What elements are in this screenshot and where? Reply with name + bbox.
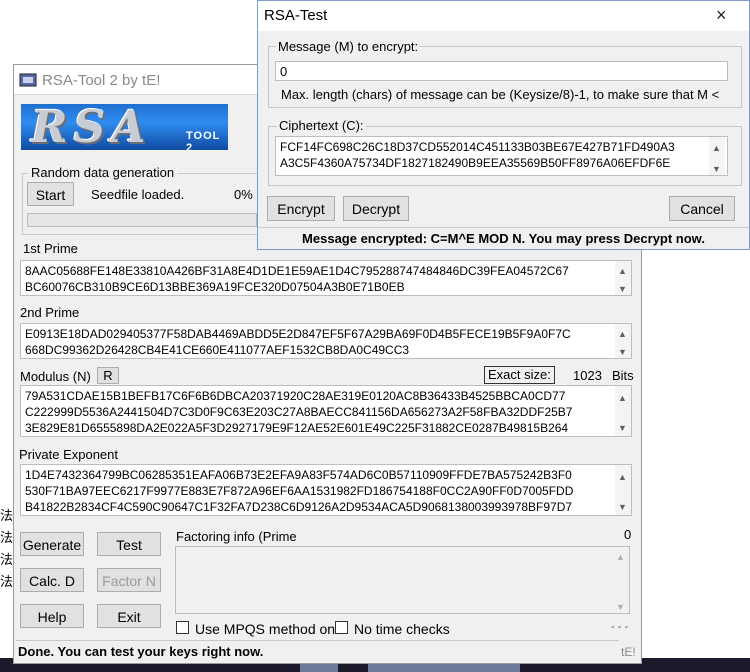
- dialog-divider: [258, 227, 749, 228]
- scroll-down-icon[interactable]: ▼: [712, 161, 721, 175]
- factoring-count: 0: [624, 527, 632, 542]
- modulus-r-button[interactable]: R: [97, 367, 119, 384]
- scroll-up-icon[interactable]: ▲: [618, 326, 627, 342]
- seedfile-status: Seedfile loaded.: [91, 187, 185, 202]
- scroll-down-icon[interactable]: ▼: [618, 420, 627, 436]
- exact-size-label: Exact size:: [484, 366, 555, 384]
- scroll-up-icon[interactable]: ▲: [712, 140, 721, 156]
- random-data-label: Random data generation: [28, 165, 178, 180]
- prime2-field[interactable]: E0913E18DAD029405377F58DAB4469ABDD5E2D84…: [20, 323, 632, 359]
- main-status-bar: Done. You can test your keys right now.: [16, 640, 619, 662]
- prime1-line: BC60076CB310B9CE6D13BBE369A19FCE320D0750…: [25, 280, 405, 294]
- prime1-field[interactable]: 8AAC05688FE148E33810A426BF31A8E4D1DE1E59…: [20, 260, 632, 296]
- help-button[interactable]: Help: [20, 604, 84, 628]
- main-window-title: RSA-Tool 2 by tE!: [42, 72, 161, 89]
- background-text-strip: 法 法 法 法: [0, 505, 14, 593]
- modulus-line: 79A531CDAE15B1BEFB17C6F6B6DBCA20371920C2…: [25, 389, 566, 403]
- background-char: 法: [0, 552, 14, 567]
- dialog-status-text: Message encrypted: C=M^E MOD N. You may …: [302, 231, 705, 246]
- encrypt-button[interactable]: Encrypt: [267, 196, 335, 221]
- cancel-button[interactable]: Cancel: [669, 196, 735, 221]
- dialog-title-bar[interactable]: RSA-Test ×: [258, 1, 749, 31]
- modulus-label: Modulus (N): [20, 369, 91, 384]
- logo-subtext: TOOL 2: [186, 130, 221, 154]
- ciphertext-label: Ciphertext (C):: [277, 118, 366, 133]
- scroll-down-icon[interactable]: ▼: [618, 281, 627, 295]
- private-exponent-line: B41822B2834CF4C590C90647C1F32FA7D238C6D9…: [25, 500, 573, 514]
- main-status-text: Done. You can test your keys right now.: [18, 644, 264, 659]
- prime2-line: 668DC99362D26428CB4E41CE660E411077AEF153…: [25, 343, 410, 357]
- random-progress-bar: [27, 213, 257, 227]
- modulus-scrollbar[interactable]: ▲ ▼: [615, 386, 631, 436]
- factoring-info-field[interactable]: ▲ ▼: [175, 546, 630, 614]
- dialog-title: RSA-Test: [264, 7, 328, 24]
- ciphertext-field[interactable]: FCF14FC698C26C18D37CD552014C451133B03BE6…: [275, 136, 728, 176]
- factoring-info-label: Factoring info (Prime: [176, 529, 297, 544]
- random-percent: 0%: [234, 187, 253, 202]
- rsa-test-dialog: RSA-Test × Message (M) to encrypt: 0 Max…: [257, 0, 750, 250]
- exact-size-value: 1023: [573, 368, 602, 383]
- background-char: 法: [0, 574, 14, 589]
- modulus-line: C222999D5536A2441504D7C3D0F9C63E203C27A8…: [25, 405, 573, 419]
- prime2-label: 2nd Prime: [20, 305, 80, 320]
- modulus-field[interactable]: 79A531CDAE15B1BEFB17C6F6B6DBCA20371920C2…: [20, 385, 632, 437]
- prime2-line: E0913E18DAD029405377F58DAB4469ABDD5E2D84…: [25, 327, 571, 341]
- use-mpqs-label: Use MPQS method onl: [195, 621, 339, 637]
- test-button[interactable]: Test: [97, 532, 161, 556]
- bits-label: Bits: [612, 368, 634, 383]
- scroll-down-icon[interactable]: ▼: [618, 499, 627, 515]
- prime1-line: 8AAC05688FE148E33810A426BF31A8E4D1DE1E59…: [25, 264, 569, 278]
- scroll-up-icon[interactable]: ▲: [618, 390, 627, 406]
- close-icon[interactable]: ×: [716, 5, 727, 26]
- start-button[interactable]: Start: [27, 182, 74, 206]
- private-exponent-line: 1D4E7432364799BC06285351EAFA06B73E2EFA9A…: [25, 468, 572, 482]
- decrypt-button[interactable]: Decrypt: [343, 196, 409, 221]
- rsa-logo: RSA TOOL 2: [21, 102, 228, 154]
- no-time-checks-label: No time checks: [354, 621, 450, 637]
- prime1-label: 1st Prime: [23, 241, 78, 256]
- generate-button[interactable]: Generate: [20, 532, 84, 556]
- scroll-down-icon[interactable]: ▼: [616, 599, 625, 613]
- factoring-dashes: - - -: [611, 621, 629, 633]
- message-input[interactable]: 0: [275, 61, 728, 81]
- max-length-note: Max. length (chars) of message can be (K…: [281, 87, 720, 102]
- private-exponent-field[interactable]: 1D4E7432364799BC06285351EAFA06B73E2EFA9A…: [20, 464, 632, 516]
- scroll-up-icon[interactable]: ▲: [618, 469, 627, 485]
- app-icon: [19, 73, 37, 87]
- ciphertext-scrollbar[interactable]: ▲ ▼: [709, 137, 725, 175]
- scroll-up-icon[interactable]: ▲: [616, 549, 625, 565]
- private-exponent-scrollbar[interactable]: ▲ ▼: [615, 465, 631, 515]
- factoring-scrollbar[interactable]: ▲ ▼: [613, 547, 629, 613]
- use-mpqs-checkbox[interactable]: [176, 621, 189, 634]
- prime1-scrollbar[interactable]: ▲ ▼: [615, 261, 631, 295]
- modulus-line: 3E829E81D6555898DA2E022A5F3D2927179E9F12…: [25, 421, 569, 435]
- scroll-up-icon[interactable]: ▲: [618, 263, 627, 279]
- logo-text: RSA: [31, 102, 152, 153]
- signature-text: tE!: [621, 645, 636, 659]
- private-exponent-line: 530F71BA97EEC6217F9977E883E7F872A96EF6AA…: [25, 484, 574, 498]
- scroll-down-icon[interactable]: ▼: [618, 344, 627, 358]
- calc-d-button[interactable]: Calc. D: [20, 568, 84, 592]
- ciphertext-line: FCF14FC698C26C18D37CD552014C451133B03BE6…: [280, 140, 675, 154]
- private-exponent-label: Private Exponent: [19, 447, 119, 462]
- prime2-scrollbar[interactable]: ▲ ▼: [615, 324, 631, 358]
- ciphertext-line: A3C5F4360A75734DF1827182490B9EEA35569B50…: [280, 156, 671, 170]
- exit-button[interactable]: Exit: [97, 604, 161, 628]
- factor-n-button: Factor N: [97, 568, 161, 592]
- no-time-checks-checkbox[interactable]: [335, 621, 348, 634]
- background-char: 法: [0, 530, 14, 545]
- message-label: Message (M) to encrypt:: [276, 39, 421, 54]
- background-char: 法: [0, 508, 14, 523]
